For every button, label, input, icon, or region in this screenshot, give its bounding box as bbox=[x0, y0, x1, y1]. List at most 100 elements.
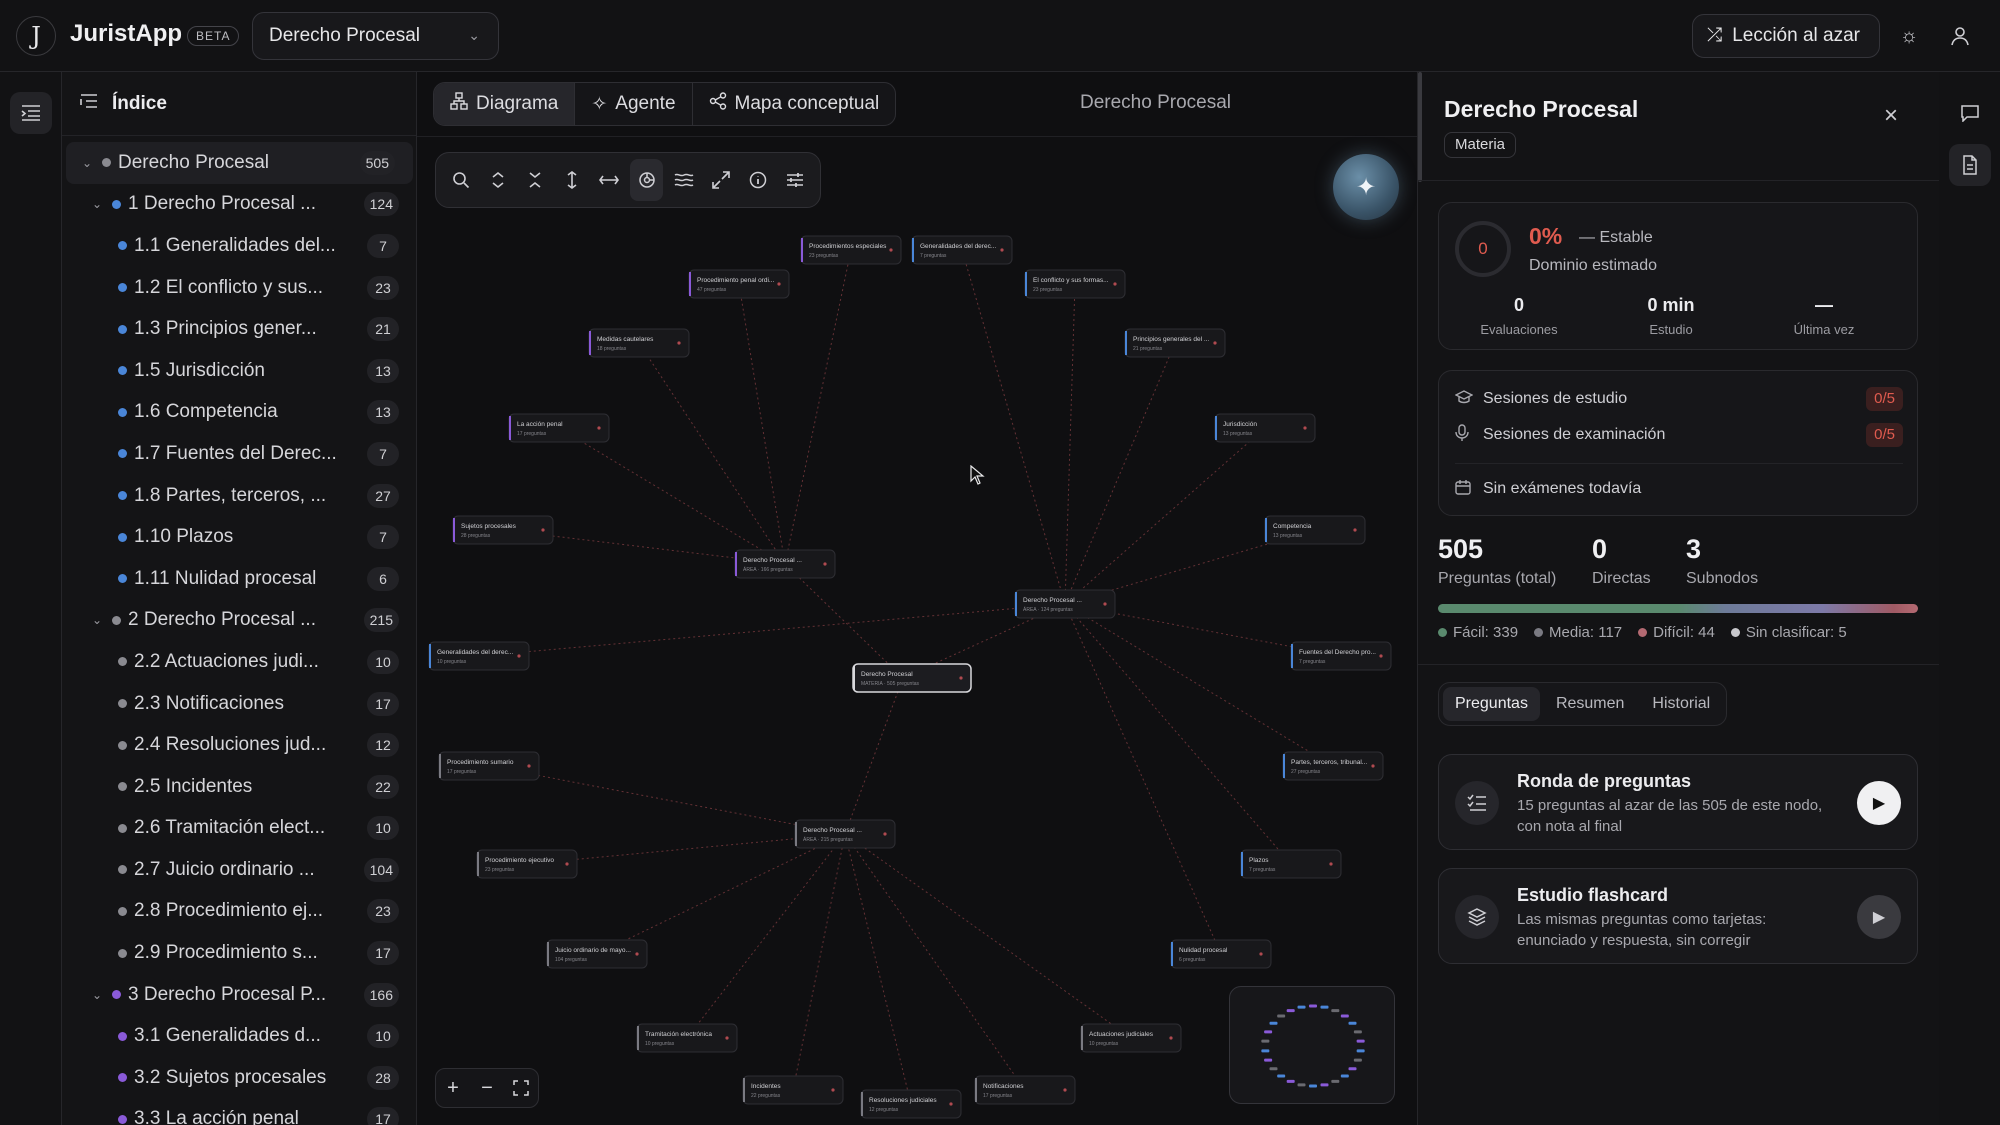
exam-sessions-badge: 0/5 bbox=[1866, 423, 1903, 447]
document-icon[interactable] bbox=[1949, 144, 1991, 186]
expand-all-icon[interactable] bbox=[481, 159, 514, 201]
tree-item[interactable]: 1.2 El conflicto y sus... 23 bbox=[62, 267, 416, 309]
tree-item[interactable]: 1.5 Jurisdicción 13 bbox=[62, 350, 416, 392]
comments-icon[interactable] bbox=[1949, 92, 1991, 134]
tree-item[interactable]: 2.3 Notificaciones 17 bbox=[62, 683, 416, 725]
graph-node[interactable]: Incidentes 22 preguntas bbox=[742, 1075, 844, 1105]
graph-node[interactable]: La acción penal 17 preguntas bbox=[508, 413, 610, 443]
fullscreen-icon[interactable] bbox=[704, 159, 737, 201]
graph-node[interactable]: Procedimiento sumario 17 preguntas bbox=[438, 751, 540, 781]
tree-item[interactable]: 3.3 La acción penal 17 bbox=[62, 1099, 416, 1125]
play-icon[interactable]: ▶ bbox=[1857, 781, 1901, 825]
waves-icon[interactable] bbox=[667, 159, 700, 201]
graph-node[interactable]: Procedimientos especiales 23 preguntas bbox=[800, 235, 902, 265]
tree-item-label: 1.11 Nulidad procesal bbox=[134, 567, 317, 589]
graph-node[interactable]: Actuaciones judiciales 10 preguntas bbox=[1080, 1023, 1182, 1053]
graph-node[interactable]: Partes, terceros, tribunal... 27 pregunta… bbox=[1282, 751, 1384, 781]
graph-node[interactable]: El conflicto y sus formas... 23 preguntas bbox=[1024, 269, 1126, 299]
tree-item[interactable]: 2.5 Incidentes 22 bbox=[62, 766, 416, 808]
sliders-icon[interactable] bbox=[779, 159, 812, 201]
tree-item[interactable]: 1.7 Fuentes del Derec... 7 bbox=[62, 433, 416, 475]
tree-item[interactable]: 2.4 Resoluciones jud... 12 bbox=[62, 724, 416, 766]
graph-node[interactable]: Derecho Procesal MATERIA · 505 preguntas bbox=[852, 663, 972, 693]
subject-select[interactable]: Derecho Procesal ⌄ bbox=[252, 12, 499, 60]
graph-node[interactable]: Procedimiento penal ordi... 47 preguntas bbox=[688, 269, 790, 299]
graph-node[interactable]: Principios generales del ... 21 preguntas bbox=[1124, 328, 1226, 358]
graph-node[interactable]: Nulidad procesal 6 preguntas bbox=[1170, 939, 1272, 969]
user-icon[interactable] bbox=[1944, 20, 1976, 52]
direct-questions-value: 0 bbox=[1592, 534, 1608, 564]
chevron-down-icon[interactable]: ⌄ bbox=[92, 197, 106, 211]
view-tabs: Diagrama ✧ Agente Mapa conceptual bbox=[433, 82, 897, 126]
tab-diagrama[interactable]: Diagrama bbox=[434, 83, 576, 125]
zoom-in-button[interactable]: + bbox=[436, 1069, 470, 1107]
close-icon[interactable]: × bbox=[1884, 102, 1898, 130]
graph-node[interactable]: Medidas cautelares 18 preguntas bbox=[588, 328, 690, 358]
tree-item[interactable]: 2.2 Actuaciones judi... 10 bbox=[62, 641, 416, 683]
graph-node[interactable]: Resoluciones judiciales 12 preguntas bbox=[860, 1089, 962, 1119]
random-lesson-button[interactable]: ⤮ Lección al azar bbox=[1692, 14, 1880, 58]
graph-node[interactable]: Juicio ordinario de mayo... 104 preguntas bbox=[546, 939, 648, 969]
vertical-layout-icon[interactable] bbox=[556, 159, 589, 201]
graph-node-accent bbox=[589, 331, 591, 355]
chevron-down-icon[interactable]: ⌄ bbox=[92, 988, 106, 1002]
tree-item[interactable]: 1.10 Plazos 7 bbox=[62, 516, 416, 558]
tree-item[interactable]: 1.11 Nulidad procesal 6 bbox=[62, 558, 416, 600]
tab-preguntas[interactable]: Preguntas bbox=[1443, 687, 1540, 721]
tab-resumen[interactable]: Resumen bbox=[1544, 687, 1636, 721]
graph-node[interactable]: Derecho Procesal ... ÁREA · 166 preguntas bbox=[734, 549, 836, 579]
study-sessions-row[interactable]: Sesiones de estudio 0/5 bbox=[1454, 381, 1903, 417]
tree-item[interactable]: 1.8 Partes, terceros, ... 27 bbox=[62, 475, 416, 517]
index-toggle-icon[interactable] bbox=[10, 92, 52, 134]
graph-minimap[interactable] bbox=[1229, 986, 1395, 1104]
graph-node[interactable]: Sujetos procesales 28 preguntas bbox=[452, 515, 554, 545]
tree-item[interactable]: ⌄ 3 Derecho Procesal P... 166 bbox=[62, 974, 416, 1016]
app-logo[interactable]: J bbox=[16, 16, 56, 56]
tree-item[interactable]: ⌄ 1 Derecho Procesal ... 124 bbox=[62, 184, 416, 226]
graph-node-box bbox=[1014, 589, 1116, 619]
chevron-down-icon[interactable]: ⌄ bbox=[82, 156, 96, 170]
graph-node[interactable]: Derecho Procesal ... ÁREA · 124 preguntas bbox=[1014, 589, 1116, 619]
horizontal-layout-icon[interactable] bbox=[593, 159, 626, 201]
graph-node[interactable]: Derecho Procesal ... ÁREA · 215 preguntas bbox=[794, 819, 896, 849]
graph-node[interactable]: Jurisdicción 13 preguntas bbox=[1214, 413, 1316, 443]
flashcard-study-card[interactable]: Estudio flashcard Las mismas preguntas c… bbox=[1438, 868, 1918, 964]
graph-node[interactable]: Generalidades del derec... 7 preguntas bbox=[911, 235, 1013, 265]
tree-item[interactable]: 2.8 Procedimiento ej... 23 bbox=[62, 891, 416, 933]
tree-item[interactable]: 3.2 Sujetos procesales 28 bbox=[62, 1057, 416, 1099]
graph-node[interactable]: Fuentes del Derecho pro... 7 preguntas bbox=[1290, 641, 1392, 671]
radial-layout-icon[interactable] bbox=[630, 159, 664, 201]
search-icon[interactable] bbox=[444, 159, 477, 201]
tree-item[interactable]: 1.3 Principios gener... 21 bbox=[62, 308, 416, 350]
graph-node[interactable]: Competencia 13 preguntas bbox=[1264, 515, 1366, 545]
theme-toggle-sun-icon[interactable]: ☼ bbox=[1893, 20, 1925, 52]
tree-item-count: 28 bbox=[367, 1065, 399, 1090]
tab-historial[interactable]: Historial bbox=[1640, 687, 1722, 721]
graph-node[interactable]: Procedimiento ejecutivo 23 preguntas bbox=[476, 849, 578, 879]
tree-item[interactable]: 2.9 Procedimiento s... 17 bbox=[62, 932, 416, 974]
tab-mapa-conceptual[interactable]: Mapa conceptual bbox=[693, 83, 896, 125]
tree-item[interactable]: 2.7 Juicio ordinario ... 104 bbox=[62, 849, 416, 891]
graph-node[interactable]: Tramitación electrónica 10 preguntas bbox=[636, 1023, 738, 1053]
tree-item[interactable]: 3.1 Generalidades d... 10 bbox=[62, 1015, 416, 1057]
question-round-card[interactable]: Ronda de preguntas 15 preguntas al azar … bbox=[1438, 754, 1918, 850]
info-icon[interactable] bbox=[742, 159, 775, 201]
graph-node[interactable]: Notificaciones 17 preguntas bbox=[974, 1075, 1076, 1105]
concept-graph[interactable]: Procedimientos especiales 23 preguntas Gen… bbox=[417, 72, 1417, 1125]
tree-item[interactable]: 1.6 Competencia 13 bbox=[62, 392, 416, 434]
tree-item[interactable]: ⌄ Derecho Procesal 505 bbox=[66, 142, 413, 184]
fit-view-icon[interactable] bbox=[504, 1069, 538, 1107]
tree-item[interactable]: 2.6 Tramitación elect... 10 bbox=[62, 808, 416, 850]
chevron-down-icon[interactable]: ⌄ bbox=[92, 613, 106, 627]
ai-assistant-button[interactable]: ✦ bbox=[1333, 154, 1399, 220]
tree-item[interactable]: 1.1 Generalidades del... 7 bbox=[62, 225, 416, 267]
zoom-out-button[interactable]: − bbox=[470, 1069, 504, 1107]
play-icon[interactable]: ▶ bbox=[1857, 895, 1901, 939]
tree-item[interactable]: ⌄ 2 Derecho Procesal ... 215 bbox=[62, 600, 416, 642]
tab-agente[interactable]: ✧ Agente bbox=[575, 83, 693, 125]
graph-node[interactable]: Generalidades del derec... 10 preguntas bbox=[428, 641, 530, 671]
graph-node[interactable]: Plazos 7 preguntas bbox=[1240, 849, 1342, 879]
collapse-all-icon[interactable] bbox=[518, 159, 551, 201]
exam-sessions-row[interactable]: Sesiones de examinación 0/5 bbox=[1455, 417, 1903, 453]
panel-scrollbar[interactable] bbox=[1418, 72, 1422, 182]
